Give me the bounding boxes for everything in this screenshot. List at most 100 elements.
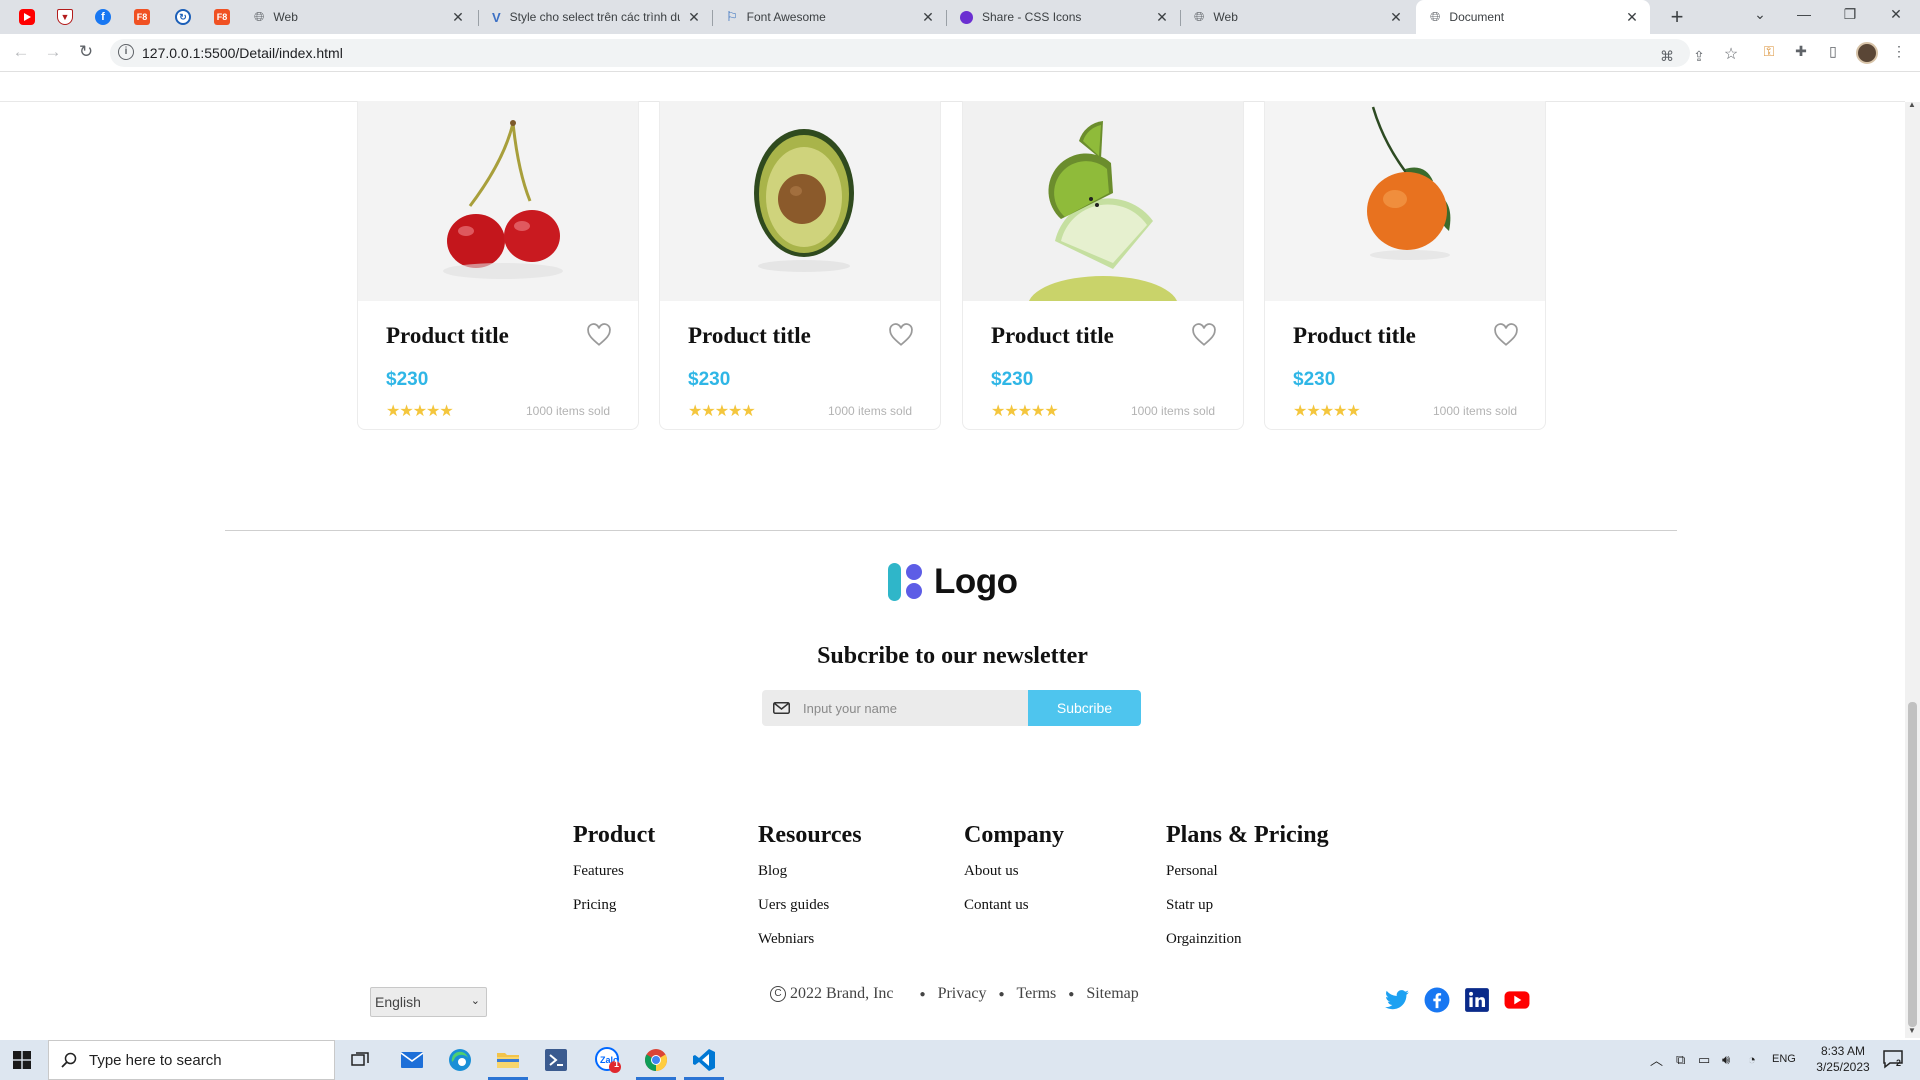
- product-card[interactable]: Product title $230 ★★★★★ 1000 items sold: [1264, 101, 1546, 430]
- page-scrollbar[interactable]: ▲ ▼: [1905, 100, 1920, 1038]
- heart-icon[interactable]: [888, 323, 914, 347]
- mail-app-icon[interactable]: [388, 1040, 436, 1080]
- newsletter-name-input[interactable]: [803, 700, 1003, 716]
- shield-icon[interactable]: ▼: [54, 6, 76, 28]
- language-select[interactable]: English ⌄: [370, 987, 487, 1017]
- footer-link-contact-us[interactable]: Contant us: [964, 897, 1064, 916]
- scrollbar-thumb[interactable]: [1908, 702, 1917, 1027]
- product-card[interactable]: Product title $230 ★★★★★ 1000 items sold: [962, 101, 1244, 430]
- close-icon[interactable]: ✕: [450, 9, 466, 26]
- system-clock[interactable]: 8:33 AM 3/25/2023: [1808, 1043, 1878, 1075]
- close-window-button[interactable]: ✕: [1886, 6, 1906, 23]
- tab-share-css-icons[interactable]: Share - CSS Icons ✕: [946, 0, 1180, 34]
- heart-icon[interactable]: [1493, 323, 1519, 347]
- vscode-icon[interactable]: [680, 1040, 728, 1080]
- new-tab-button[interactable]: +: [1664, 4, 1690, 30]
- footer-link-organization[interactable]: Orgainzition: [1166, 931, 1329, 950]
- back-button[interactable]: ←: [10, 42, 32, 62]
- footer-link-terms[interactable]: Terms: [1017, 985, 1057, 1003]
- powershell-icon[interactable]: [532, 1040, 580, 1080]
- refresh-app-icon[interactable]: ↻: [172, 6, 194, 28]
- info-icon[interactable]: i: [118, 44, 134, 60]
- product-title[interactable]: Product title: [688, 323, 811, 349]
- tab-web-1[interactable]: 🌐︎ Web ✕: [240, 0, 476, 34]
- footer-link-blog[interactable]: Blog: [758, 863, 862, 882]
- bookmark-star-icon[interactable]: ☆: [1722, 44, 1740, 63]
- avatar[interactable]: [1856, 42, 1878, 64]
- product-image-kiwi-lime[interactable]: [963, 101, 1243, 301]
- product-title[interactable]: Product title: [1293, 323, 1416, 349]
- product-card[interactable]: Product title $230 ★★★★★ 1000 items sold: [357, 101, 639, 430]
- meet-now-icon[interactable]: ⧉: [1676, 1052, 1685, 1068]
- footer-link-features[interactable]: Features: [573, 863, 655, 882]
- footer-link-user-guides[interactable]: Uers guides: [758, 897, 862, 916]
- facebook-icon[interactable]: [1424, 987, 1450, 1013]
- footer-link-webinars[interactable]: Webniars: [758, 931, 862, 950]
- product-title[interactable]: Product title: [991, 323, 1114, 349]
- tab-search-chevron-icon[interactable]: ⌄: [1750, 6, 1770, 23]
- f8-icon[interactable]: F8: [131, 6, 153, 28]
- footer-link-sitemap[interactable]: Sitemap: [1086, 985, 1138, 1003]
- footer-link-pricing[interactable]: Pricing: [573, 897, 655, 916]
- notification-center-icon[interactable]: 2: [1882, 1048, 1904, 1073]
- side-panel-icon[interactable]: ▯: [1824, 43, 1842, 61]
- tab-document[interactable]: 🌐︎ Document ✕: [1416, 0, 1650, 34]
- taskbar-search-box[interactable]: Type here to search: [48, 1040, 335, 1080]
- file-explorer-icon[interactable]: [484, 1040, 532, 1080]
- minimize-button[interactable]: —: [1794, 6, 1814, 22]
- forward-button[interactable]: →: [42, 42, 64, 62]
- battery-icon[interactable]: ▭: [1698, 1052, 1710, 1068]
- tab-web-2[interactable]: 🌐︎ Web ✕: [1180, 0, 1414, 34]
- close-icon[interactable]: ✕: [1624, 9, 1640, 26]
- close-icon[interactable]: ✕: [1388, 9, 1404, 26]
- facebook-icon[interactable]: f: [92, 6, 114, 28]
- volume-icon[interactable]: 🔊︎: [1722, 1052, 1730, 1068]
- footer-link-about-us[interactable]: About us: [964, 863, 1064, 882]
- newsletter-title: Subcribe to our newsletter: [817, 643, 1088, 669]
- product-title[interactable]: Product title: [386, 323, 509, 349]
- chrome-browser-icon[interactable]: [632, 1040, 680, 1080]
- close-icon[interactable]: ✕: [1154, 9, 1170, 26]
- subscribe-button[interactable]: Subcribe: [1028, 690, 1141, 726]
- footer-link-privacy[interactable]: Privacy: [938, 985, 987, 1003]
- twitter-icon[interactable]: [1384, 987, 1410, 1013]
- input-language[interactable]: ENG: [1772, 1053, 1796, 1065]
- scroll-up-arrow-icon[interactable]: ▲: [1908, 100, 1916, 109]
- tab-font-awesome[interactable]: ⚐ Font Awesome ✕: [712, 0, 946, 34]
- brand-logo[interactable]: Logo: [888, 562, 1018, 602]
- heart-icon[interactable]: [1191, 323, 1217, 347]
- close-icon[interactable]: ✕: [686, 9, 702, 26]
- f8-icon[interactable]: F8: [211, 6, 233, 28]
- close-icon[interactable]: ✕: [920, 9, 936, 26]
- footer-column-title: Plans & Pricing: [1166, 822, 1329, 848]
- product-image-cherry[interactable]: [358, 101, 638, 301]
- footer-column-title: Company: [964, 822, 1065, 848]
- wifi-icon[interactable]: ◔: [1748, 1052, 1756, 1067]
- address-bar[interactable]: i 127.0.0.1:5500/Detail/index.html ⌘ ⇪ ☆: [110, 39, 1738, 67]
- zalo-app-icon[interactable]: Zalo 1: [584, 1040, 632, 1080]
- tray-overflow-chevron-icon[interactable]: ︿: [1650, 1050, 1663, 1069]
- translate-icon[interactable]: ⌘: [1658, 48, 1676, 66]
- heart-icon[interactable]: [586, 323, 612, 347]
- youtube-icon[interactable]: [1504, 987, 1530, 1013]
- url-text[interactable]: 127.0.0.1:5500/Detail/index.html: [142, 45, 343, 61]
- edge-browser-icon[interactable]: [436, 1040, 484, 1080]
- restore-button[interactable]: ❐: [1840, 6, 1860, 23]
- footer-link-personal[interactable]: Personal: [1166, 863, 1329, 882]
- product-image-avocado[interactable]: [660, 101, 940, 301]
- extensions-puzzle-icon[interactable]: ✚: [1792, 43, 1810, 61]
- scroll-down-arrow-icon[interactable]: ▼: [1908, 1026, 1916, 1035]
- extension-key-icon[interactable]: ⚿: [1760, 43, 1778, 61]
- linkedin-icon[interactable]: [1464, 987, 1490, 1013]
- product-image-tangerine[interactable]: [1265, 101, 1545, 301]
- newsletter-input-wrap[interactable]: [762, 690, 1028, 726]
- youtube-icon[interactable]: [16, 6, 38, 28]
- product-card[interactable]: Product title $230 ★★★★★ 1000 items sold: [659, 101, 941, 430]
- more-menu-icon[interactable]: ⋮: [1890, 43, 1908, 61]
- task-view-icon[interactable]: [336, 1040, 384, 1080]
- reload-button[interactable]: ↻: [75, 42, 97, 62]
- windows-start-icon[interactable]: [13, 1051, 31, 1069]
- share-icon[interactable]: ⇪: [1690, 48, 1708, 66]
- footer-link-start-up[interactable]: Statr up: [1166, 897, 1329, 916]
- tab-style-select[interactable]: V Style cho select trên các trình du ✕: [478, 0, 712, 34]
